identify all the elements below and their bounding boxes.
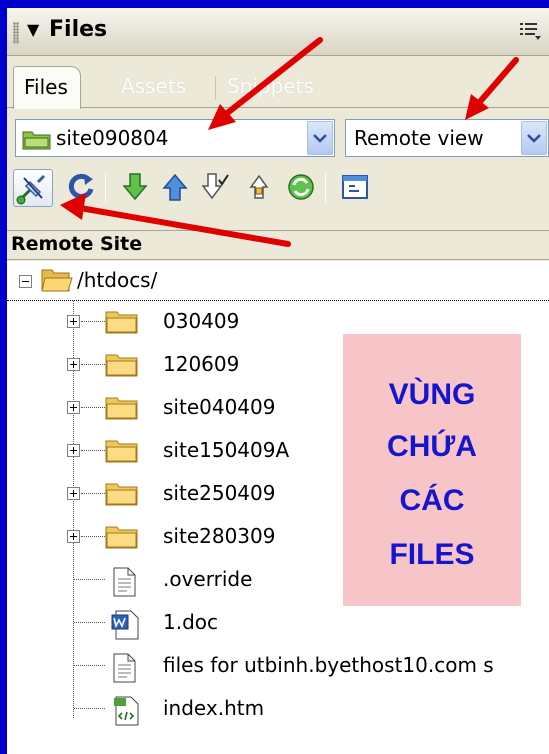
tree-item-label: site280309 xyxy=(163,524,276,548)
collapse-icon[interactable] xyxy=(19,275,32,288)
expand-icon[interactable] xyxy=(67,401,80,414)
tree-item-label: .override xyxy=(163,567,253,591)
folder-icon xyxy=(105,438,139,468)
panel-header[interactable]: ▼ Files xyxy=(7,8,549,56)
tree-connector xyxy=(81,321,105,322)
chevron-down-icon xyxy=(527,134,541,143)
files-panel: ▼ Files Files Assets Snippets site090804 xyxy=(7,8,549,754)
site-view-bar: site090804 Remote view xyxy=(7,109,549,165)
view-select-value: Remote view xyxy=(354,126,484,150)
folder-icon xyxy=(105,524,139,554)
tree-connector xyxy=(74,622,105,623)
tree-connector xyxy=(81,450,105,451)
tree-item-label: site150409A xyxy=(163,438,290,462)
expand-icon[interactable] xyxy=(67,487,80,500)
panel-grip[interactable] xyxy=(13,22,19,44)
tree-connector xyxy=(74,579,105,580)
chevron-down-icon xyxy=(313,134,327,143)
html-file-icon xyxy=(111,696,141,730)
folder-icon xyxy=(105,481,139,511)
toolbar-divider xyxy=(325,173,326,203)
word-document-icon xyxy=(111,610,141,644)
get-down-arrow-icon[interactable] xyxy=(119,171,151,203)
tree-item-label: 030409 xyxy=(163,309,240,333)
expand-icon[interactable] xyxy=(67,444,80,457)
files-toolbar xyxy=(7,165,549,211)
synchronize-icon[interactable] xyxy=(285,171,317,203)
folder-icon xyxy=(105,352,139,382)
tab-divider xyxy=(215,76,216,100)
tree-root-row[interactable]: /htdocs/ xyxy=(7,261,549,301)
tree-item-label: site250409 xyxy=(163,481,276,505)
tree-root-label: /htdocs/ xyxy=(77,268,158,292)
toolbar-divider xyxy=(105,173,106,203)
tree-item-label: index.htm xyxy=(163,696,265,720)
site-folder-icon xyxy=(22,131,51,150)
tree-connector xyxy=(81,493,105,494)
tree-item-label: site040409 xyxy=(163,395,276,419)
folder-icon xyxy=(105,395,139,425)
view-select-arrow[interactable] xyxy=(521,121,547,155)
expand-icon[interactable] xyxy=(67,315,80,328)
tab-snippets[interactable]: Snippets xyxy=(217,66,324,108)
column-header-label: Remote Site xyxy=(11,233,143,255)
open-folder-icon xyxy=(41,269,73,292)
expand-view-icon[interactable] xyxy=(339,171,371,203)
view-select[interactable]: Remote view xyxy=(345,119,549,157)
tree-item-label: files for utbinh.byethost10.com s xyxy=(163,653,494,677)
panel-title: Files xyxy=(49,17,108,42)
panel-options-icon[interactable] xyxy=(519,20,543,42)
refresh-icon[interactable] xyxy=(65,171,97,203)
panel-tabs: Files Assets Snippets xyxy=(7,56,549,109)
check-in-icon[interactable] xyxy=(243,171,275,203)
check-out-icon[interactable] xyxy=(199,171,231,203)
connect-button[interactable] xyxy=(13,169,53,207)
files-area-note: VÙNG CHỨA CÁC FILES xyxy=(343,334,521,606)
tab-assets[interactable]: Assets xyxy=(111,66,196,108)
tree-connector xyxy=(74,708,105,709)
remote-site-column-header[interactable]: Remote Site xyxy=(7,230,549,260)
note-line: CHỨA xyxy=(387,430,477,463)
site-select-arrow[interactable] xyxy=(307,121,333,155)
tree-connector xyxy=(81,536,105,537)
tree-connector xyxy=(81,407,105,408)
site-select-value: site090804 xyxy=(56,126,169,150)
folder-icon xyxy=(105,309,139,339)
tab-files[interactable]: Files xyxy=(13,66,81,109)
note-line: FILES xyxy=(389,538,475,571)
site-select[interactable]: site090804 xyxy=(15,119,335,157)
tree-file-row[interactable]: index.htm xyxy=(7,688,549,731)
put-up-arrow-icon[interactable] xyxy=(159,171,191,203)
expand-icon[interactable] xyxy=(67,530,80,543)
document-icon xyxy=(111,567,137,601)
tree-item-label: 1.doc xyxy=(163,610,219,634)
tree-connector xyxy=(74,665,105,666)
note-line: VÙNG xyxy=(388,378,476,411)
note-line: CÁC xyxy=(399,484,465,517)
collapse-arrow-icon[interactable]: ▼ xyxy=(27,20,39,39)
tree-connector xyxy=(81,364,105,365)
tree-file-row[interactable]: files for utbinh.byethost10.com s xyxy=(7,645,549,688)
tree-item-label: 120609 xyxy=(163,352,240,376)
expand-icon[interactable] xyxy=(67,358,80,371)
tree-file-row[interactable]: 1.doc xyxy=(7,602,549,645)
connect-icon xyxy=(16,174,46,205)
document-icon xyxy=(111,653,137,687)
